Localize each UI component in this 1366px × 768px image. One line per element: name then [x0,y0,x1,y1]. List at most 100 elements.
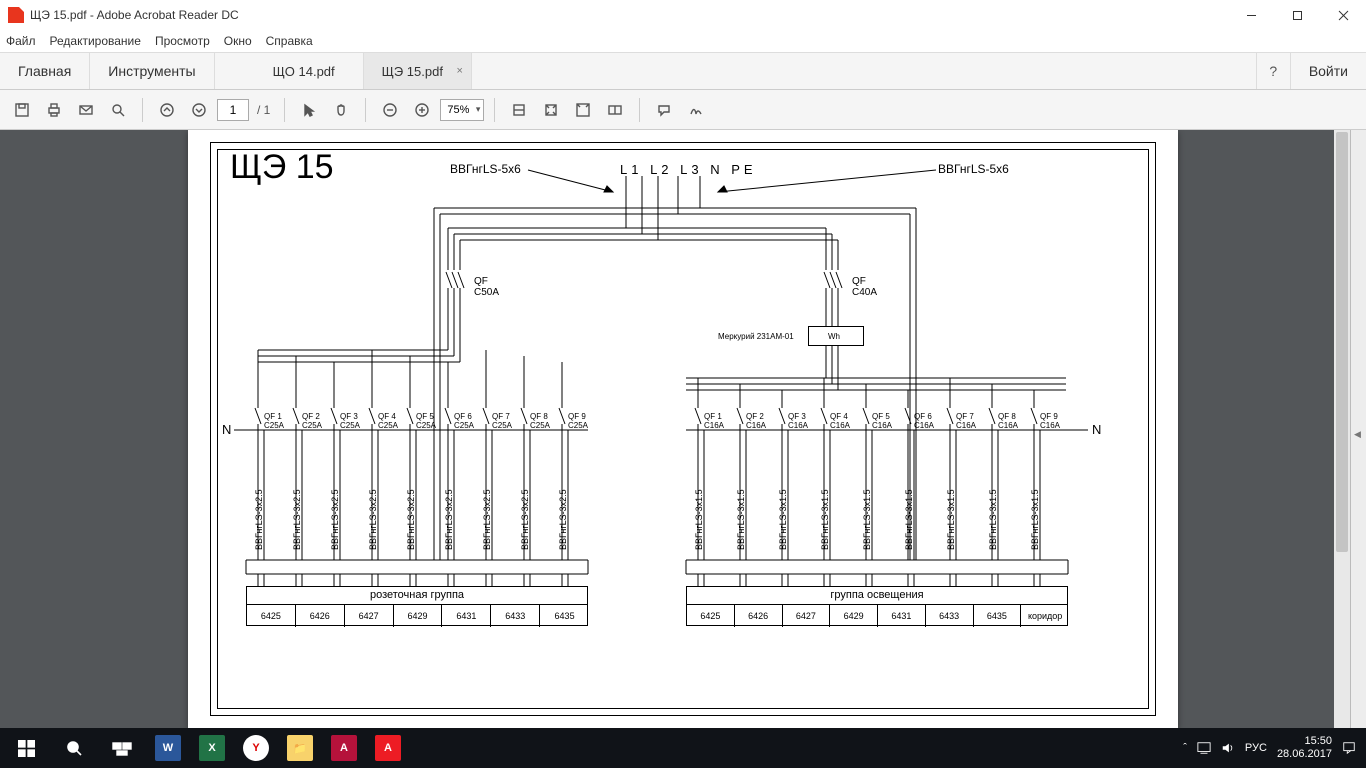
print-icon[interactable] [40,96,68,124]
document-area: ЩЭ 15 ВВГнгLS-5х6 ВВГнгLS-5х6 L1 L2 L3 N… [0,130,1366,728]
menu-edit[interactable]: Редактирование [50,34,141,48]
meter-unit: Wh [828,332,840,341]
fit-page-icon[interactable] [537,96,565,124]
tray-language[interactable]: РУС [1245,742,1267,754]
tray-notifications-icon[interactable] [1342,741,1356,755]
save-icon[interactable] [8,96,36,124]
terminal-cell: 6427 [345,605,394,627]
terminal-cell: 6431 [878,605,926,627]
tab-home[interactable]: Главная [0,53,90,89]
tab-tools[interactable]: Инструменты [90,53,214,89]
breaker-label: QF 8 C16A [998,412,1018,430]
menu-window[interactable]: Окно [224,34,252,48]
cable-label: ВВГнгLS-3х2.5 [444,489,454,550]
taskbar-yandex-icon[interactable]: Y [234,728,278,768]
terminal-cell: 6433 [491,605,540,627]
pdf-page: ЩЭ 15 ВВГнгLS-5х6 ВВГнгLS-5х6 L1 L2 L3 N… [188,130,1178,728]
breaker-label: QF 6 C25A [454,412,474,430]
breaker-label: QF 4 C25A [378,412,398,430]
terminal-cell: 6427 [783,605,831,627]
qf-right-label: QFC40A [852,276,877,298]
hand-tool-icon[interactable] [327,96,355,124]
cable-label: ВВГнгLS-3х2.5 [292,489,302,550]
breaker-label: QF 8 C25A [530,412,550,430]
tray-clock[interactable]: 15:5028.06.2017 [1277,735,1332,761]
start-button[interactable] [2,728,50,768]
window-title: ЩЭ 15.pdf - Adobe Acrobat Reader DC [30,8,239,22]
search-button[interactable] [50,728,98,768]
cable-label: ВВГнгLS-3х2.5 [254,489,264,550]
breaker-label: QF 6 C16A [914,412,934,430]
help-button[interactable]: ? [1256,53,1290,89]
doc-tab-1[interactable]: ЩЭ 15.pdf× [364,53,472,89]
cable-label: ВВГнгLS-3х1.5 [778,489,788,550]
close-button[interactable] [1320,0,1366,30]
terminal-cell: 6433 [926,605,974,627]
toolbar: 1 / 1 75% [0,90,1366,130]
terminal-cell: 6431 [442,605,491,627]
breaker-label: QF 5 C25A [416,412,436,430]
taskbar-explorer-icon[interactable]: 📁 [278,728,322,768]
minimize-button[interactable] [1228,0,1274,30]
qf-left-label: QFC50A [474,276,499,298]
breaker-label: QF 5 C16A [872,412,892,430]
taskview-button[interactable] [98,728,146,768]
menubar: Файл Редактирование Просмотр Окно Справк… [0,30,1366,52]
menu-view[interactable]: Просмотр [155,34,210,48]
comment-icon[interactable] [650,96,678,124]
cable-label: ВВГнгLS-3х2.5 [330,489,340,550]
fullscreen-icon[interactable] [569,96,597,124]
taskbar-autocad-icon[interactable]: A [322,728,366,768]
fit-width-icon[interactable] [505,96,533,124]
cable-label: ВВГнгLS-3х2.5 [558,489,568,550]
tray-network-icon[interactable] [1197,741,1211,755]
login-button[interactable]: Войти [1290,53,1366,89]
tray-volume-icon[interactable] [1221,741,1235,755]
terminal-cell: 6429 [394,605,443,627]
terminal-cell: 6426 [296,605,345,627]
breaker-label: QF 9 C25A [568,412,588,430]
breaker-label: QF 2 C16A [746,412,766,430]
taskbar-acrobat-icon[interactable]: A [366,728,410,768]
terminal-cell: 6435 [540,605,589,627]
app-row: Главная Инструменты ЩО 14.pdf ЩЭ 15.pdf×… [0,52,1366,90]
right-terminal-group: группа освещения 64256426642764296431643… [686,586,1068,626]
terminal-cell: 6425 [247,605,296,627]
cable-label: ВВГнгLS-3х1.5 [1030,489,1040,550]
breaker-label: QF 7 C16A [956,412,976,430]
wiring-diagram [188,130,1178,728]
tray-chevron-icon[interactable]: ˆ [1183,742,1187,754]
cable-label: ВВГнгLS-3х1.5 [736,489,746,550]
select-tool-icon[interactable] [295,96,323,124]
read-mode-icon[interactable] [601,96,629,124]
cable-label: ВВГнгLS-3х2.5 [368,489,378,550]
menu-file[interactable]: Файл [6,34,36,48]
breaker-label: QF 1 C25A [264,412,284,430]
system-tray[interactable]: ˆ РУС 15:5028.06.2017 [1183,735,1364,761]
zoom-out-icon[interactable] [376,96,404,124]
zoom-in-icon[interactable] [408,96,436,124]
vertical-scrollbar[interactable] [1334,130,1350,728]
breaker-label: QF 3 C25A [340,412,360,430]
zoom-select[interactable]: 75% [440,99,484,121]
page-up-icon[interactable] [153,96,181,124]
cable-label: ВВГнгLS-3х2.5 [482,489,492,550]
taskbar-excel-icon[interactable]: X [190,728,234,768]
maximize-button[interactable] [1274,0,1320,30]
sign-icon[interactable] [682,96,710,124]
search-icon[interactable] [104,96,132,124]
close-tab-icon[interactable]: × [457,65,463,77]
cable-label: ВВГнгLS-3х1.5 [694,489,704,550]
cable-label: ВВГнгLS-3х1.5 [904,489,914,550]
page-input[interactable]: 1 [217,99,249,121]
breaker-label: QF 4 C16A [830,412,850,430]
page-down-icon[interactable] [185,96,213,124]
mail-icon[interactable] [72,96,100,124]
left-terminal-group: розеточная группа 6425642664276429643164… [246,586,588,626]
menu-help[interactable]: Справка [266,34,313,48]
doc-tab-0[interactable]: ЩО 14.pdf [255,53,364,89]
right-panel-toggle[interactable] [1350,130,1366,728]
breaker-label: QF 7 C25A [492,412,512,430]
taskbar-word-icon[interactable]: W [146,728,190,768]
meter-model: Меркурий 231AM-01 [718,332,794,341]
